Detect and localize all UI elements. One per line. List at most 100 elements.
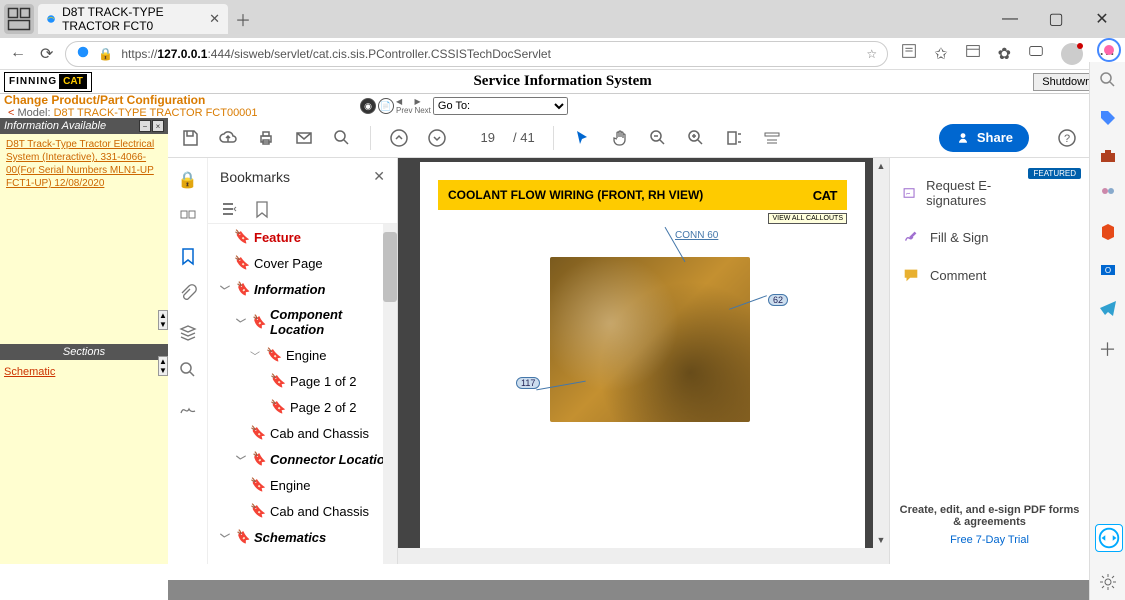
tab-overview-icon[interactable] <box>4 4 34 34</box>
browser-tab[interactable]: D8T TRACK-TYPE TRACTOR FCT0 ✕ <box>38 4 228 34</box>
view-callouts-button[interactable]: VIEW ALL CALLOUTS <box>768 213 847 224</box>
favorites-icon[interactable]: ✩ <box>934 44 947 64</box>
close-window-button[interactable]: ✕ <box>1079 0 1125 38</box>
bm-options-icon[interactable] <box>218 199 242 219</box>
lock-icon[interactable]: 🔒 <box>178 170 198 190</box>
attachments-icon[interactable] <box>178 284 198 304</box>
signature-icon[interactable] <box>178 398 198 418</box>
search-rail-icon[interactable] <box>178 360 198 380</box>
profile-avatar[interactable] <box>1061 43 1083 65</box>
comment[interactable]: Comment <box>898 256 1081 294</box>
pdf-canvas[interactable]: COOLANT FLOW WIRING (FRONT, RH VIEW) CAT… <box>398 158 889 564</box>
canvas-vscroll[interactable]: ▲▼ <box>873 158 889 548</box>
telegram-icon[interactable] <box>1098 298 1118 318</box>
collections-icon[interactable] <box>964 42 982 65</box>
bm-cab[interactable]: 🔖Cab and Chassis <box>208 420 397 446</box>
pdf-tool-rail: 🔒 <box>168 158 208 564</box>
goto-select[interactable]: Go To: <box>433 97 568 115</box>
shopping-tag-icon[interactable] <box>1098 108 1118 128</box>
favorite-icon[interactable]: ☆ <box>866 47 877 61</box>
cat-logo: CAT <box>813 188 837 203</box>
zoom-out-icon[interactable] <box>648 128 668 148</box>
engine-photo <box>550 257 750 422</box>
minimize-button[interactable]: — <box>987 0 1033 38</box>
bm-info[interactable]: ﹀🔖Information <box>208 276 397 302</box>
bm-schem[interactable]: ﹀🔖Schematics <box>208 524 397 550</box>
help-icon[interactable]: ? <box>1057 128 1077 148</box>
schematic-link[interactable]: Schematic <box>4 366 55 378</box>
pointer-icon[interactable] <box>572 128 592 148</box>
email-icon[interactable] <box>294 128 314 148</box>
print-icon[interactable] <box>256 128 276 148</box>
search-sidebar-icon[interactable] <box>1098 70 1118 90</box>
document-link[interactable]: D8T Track-Type Tractor Electrical System… <box>0 134 168 194</box>
bm-comploc[interactable]: ﹀🔖Component Location <box>208 302 397 342</box>
bm-feature[interactable]: 🔖Feature <box>208 224 397 250</box>
callout-62[interactable]: 62 <box>768 294 788 306</box>
collapse-toggle-2[interactable]: ▲▼ <box>158 356 168 376</box>
globe-icon[interactable]: ◉ <box>360 98 376 114</box>
teamviewer-icon[interactable] <box>1095 524 1123 552</box>
request-esign[interactable]: Request E-signatures <box>898 168 1028 218</box>
panel-close-icon[interactable]: × <box>152 120 164 132</box>
outlook-icon[interactable]: O <box>1098 260 1118 280</box>
collapse-toggle-1[interactable]: ▲▼ <box>158 310 168 330</box>
zoom-in-icon[interactable] <box>686 128 706 148</box>
share-button[interactable]: Share <box>939 124 1029 152</box>
thumbnails-icon[interactable] <box>178 208 198 228</box>
panel-min-icon[interactable]: − <box>139 120 151 132</box>
copilot-icon[interactable] <box>1095 36 1123 64</box>
address-bar: ← ⟳ 🔒 https://127.0.0.1:444/sisweb/servl… <box>0 38 1125 70</box>
page-up-icon[interactable] <box>389 128 409 148</box>
bm-add-icon[interactable] <box>252 199 272 219</box>
canvas-hscroll[interactable] <box>398 548 889 564</box>
toolbox-icon[interactable] <box>1098 146 1118 166</box>
pdf-toolbar: / 41 Share ? <box>168 118 1089 158</box>
bm-p2[interactable]: 🔖Page 2 of 2 <box>208 394 397 420</box>
cloud-icon[interactable] <box>218 128 238 148</box>
people-icon[interactable] <box>1098 184 1118 204</box>
reading-list-icon[interactable] <box>900 42 918 65</box>
bookmarks-title: Bookmarks <box>220 169 290 185</box>
sis-title: Service Information System <box>473 73 651 90</box>
page-down-icon[interactable] <box>427 128 447 148</box>
bookmarks-scrollbar[interactable] <box>383 224 397 564</box>
save-icon[interactable] <box>180 128 200 148</box>
callout-117[interactable]: 117 <box>516 377 540 389</box>
zoom-find-icon[interactable] <box>332 128 352 148</box>
read-mode-icon[interactable] <box>762 128 782 148</box>
doc-icon[interactable]: 📄 <box>378 98 394 114</box>
add-sidebar-icon[interactable]: ＋ <box>1098 336 1118 356</box>
new-tab-button[interactable]: ＋ <box>228 7 258 31</box>
maximize-button[interactable]: ▢ <box>1033 0 1079 38</box>
settings-gear-icon[interactable] <box>1098 572 1118 592</box>
url-box[interactable]: 🔒 https://127.0.0.1:444/sisweb/servlet/c… <box>65 41 888 67</box>
next-arrow[interactable]: ▶Next <box>414 97 430 115</box>
callout-conn60[interactable]: CONN 60 <box>675 230 718 241</box>
bm-engine[interactable]: ﹀🔖Engine <box>208 342 397 368</box>
bm-engine2[interactable]: 🔖Engine <box>208 472 397 498</box>
bm-cab2[interactable]: 🔖Cab and Chassis <box>208 498 397 524</box>
prev-arrow[interactable]: ◀Prev <box>396 97 412 115</box>
hand-icon[interactable] <box>610 128 630 148</box>
bookmarks-close-icon[interactable]: ✕ <box>373 168 385 185</box>
comment-icon <box>902 266 920 284</box>
office-icon[interactable] <box>1098 222 1118 242</box>
fill-sign[interactable]: Fill & Sign <box>898 218 1081 256</box>
extensions-icon[interactable]: ✿ <box>998 44 1011 64</box>
bm-cover[interactable]: 🔖Cover Page <box>208 250 397 276</box>
edge-sidebar: O ＋ <box>1089 62 1125 600</box>
bookmarks-icon[interactable] <box>178 246 198 266</box>
back-button[interactable]: ← <box>10 44 26 64</box>
trial-link[interactable]: Free 7-Day Trial <box>898 534 1081 546</box>
page-input[interactable] <box>465 130 495 145</box>
refresh-button[interactable]: ⟳ <box>40 44 53 64</box>
svg-text:?: ? <box>1064 133 1070 145</box>
tab-close-icon[interactable]: ✕ <box>209 11 220 27</box>
performance-icon[interactable] <box>1027 42 1045 65</box>
layers-icon[interactable] <box>178 322 198 342</box>
fit-icon[interactable] <box>724 128 744 148</box>
change-config-link[interactable]: Change Product/Part Configuration <box>4 93 258 107</box>
bm-p1[interactable]: 🔖Page 1 of 2 <box>208 368 397 394</box>
bm-connloc[interactable]: ﹀🔖Connector Location <box>208 446 397 472</box>
